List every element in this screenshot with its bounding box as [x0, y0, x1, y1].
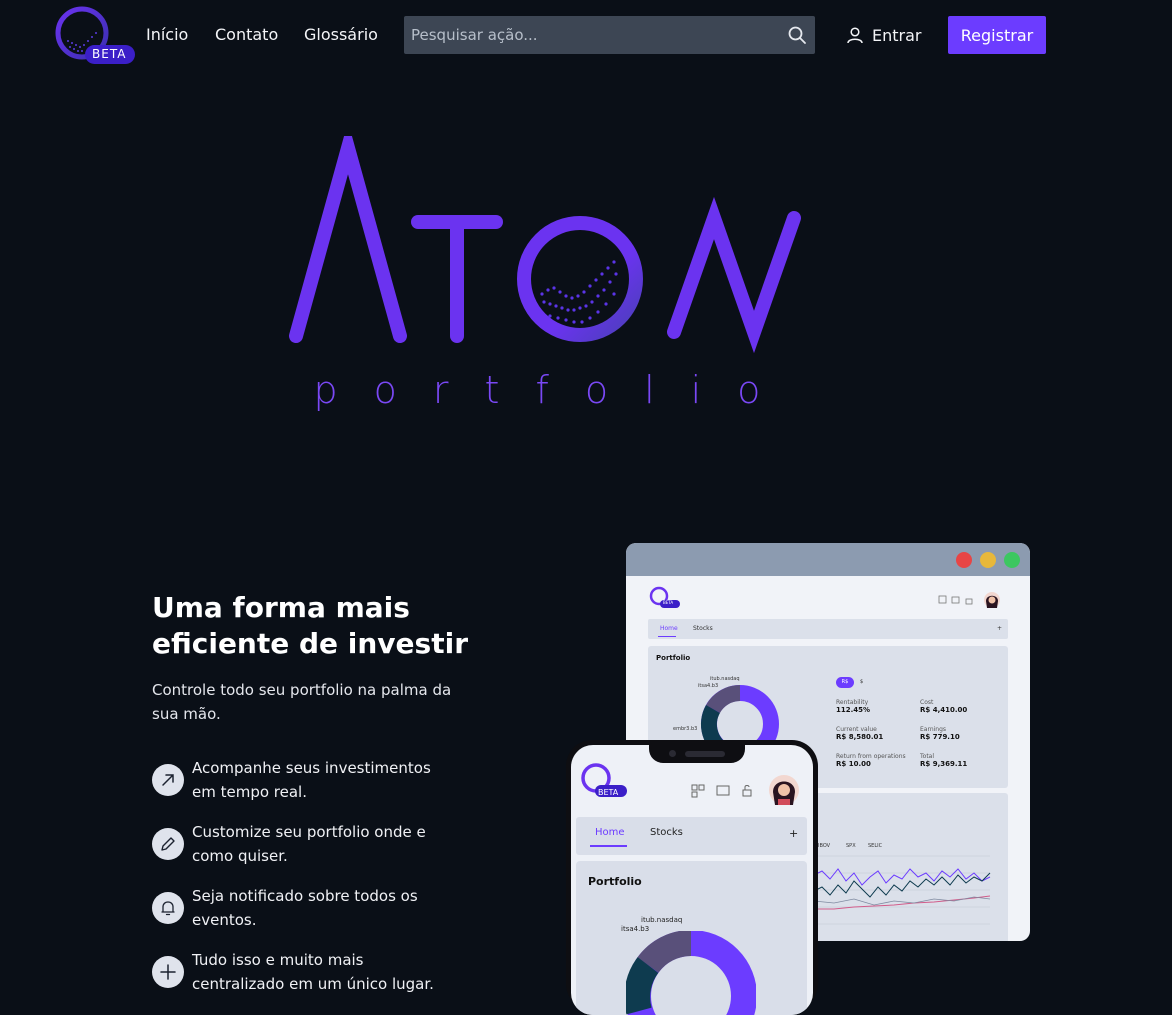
phone-tab-underline	[590, 845, 627, 847]
tab-home: Home	[660, 625, 678, 632]
tab-home-underline	[658, 636, 676, 637]
nav-link-glossario[interactable]: Glossário	[304, 25, 378, 44]
stat-cost: Cost R$ 4,410.00	[920, 699, 968, 714]
mockup-beta-badge: BETA	[663, 600, 674, 605]
stat-total: Total R$ 9,369.11	[920, 753, 968, 768]
phone-add-tab: +	[789, 827, 799, 840]
phone-mockup: BETA Home Stocks + Portfolio itub.nasdaq…	[566, 740, 818, 1015]
camera-dot	[669, 750, 676, 757]
window-minimize-dot	[980, 552, 996, 568]
donut-label: itub.nasdaq	[710, 676, 740, 682]
bell-icon	[152, 892, 184, 924]
phone-card-title: Portfolio	[588, 875, 642, 888]
phone-tab-stocks: Stocks	[650, 827, 683, 838]
phone-beta-badge: BETA	[598, 788, 619, 797]
app-logo[interactable]: BETA	[54, 5, 138, 67]
nav-link-inicio[interactable]: Início	[146, 25, 188, 44]
phone-notch	[649, 745, 745, 763]
currency-brl-toggle: R$	[836, 677, 854, 688]
card-title: Portfolio	[656, 654, 691, 662]
nav-link-contato[interactable]: Contato	[215, 25, 278, 44]
pencil-icon	[152, 828, 184, 860]
performance-chart	[814, 855, 991, 925]
donut-label: embr3.b3	[673, 726, 698, 732]
legend-spx: SPX	[846, 843, 856, 849]
add-tab-button: +	[997, 625, 1003, 632]
stat-rentability: Rentability 112.45%	[836, 699, 871, 714]
currency-usd-toggle: $	[860, 679, 864, 685]
search-input[interactable]	[404, 16, 764, 54]
atom-logo	[289, 136, 801, 354]
phone-screen: BETA Home Stocks + Portfolio itub.nasdaq…	[571, 745, 813, 1015]
feature-text: Seja notificado sobre todos os eventos.	[192, 887, 418, 929]
mockup-toolbar-icons	[938, 595, 973, 605]
stat-current-value: Current value R$ 8,580.01	[836, 726, 884, 741]
mockup-tabs: Home Stocks +	[648, 619, 1008, 639]
hero-portfolio-wordmark: portfolio	[313, 368, 797, 412]
mockup-logo	[649, 586, 680, 608]
phone-tab-home: Home	[595, 827, 625, 838]
phone-tabs: Home Stocks +	[576, 817, 807, 855]
phone-donut-label: itub.nasdaq	[641, 916, 683, 924]
phone-portfolio-card: Portfolio itub.nasdaq itsa4.b3	[576, 861, 807, 1015]
login-button[interactable]: Entrar	[846, 24, 921, 46]
donut-label: itsa4.b3	[698, 683, 719, 689]
user-icon	[847, 27, 863, 44]
window-close-dot	[956, 552, 972, 568]
arrow-up-right-icon	[152, 764, 184, 796]
subline: Controle todo seu portfolio na palma da …	[152, 681, 452, 723]
beta-badge: BETA	[92, 47, 127, 61]
legend-selic: SELIC	[868, 843, 883, 849]
speaker-slot	[685, 751, 725, 757]
feature-text: Tudo isso e muito mais centralizado em u…	[192, 951, 434, 993]
window-maximize-dot	[1004, 552, 1020, 568]
feature-text: Acompanhe seus investimentos em tempo re…	[192, 759, 431, 801]
legend-ibov: IBOV	[818, 843, 831, 849]
register-button[interactable]: Registrar	[948, 16, 1046, 54]
plus-icon	[152, 956, 184, 988]
feature-text: Customize seu portfolio onde e como quis…	[192, 823, 426, 865]
avatar	[984, 592, 1000, 608]
search-bar	[404, 16, 815, 54]
login-label: Entrar	[872, 25, 922, 45]
search-icon[interactable]	[787, 25, 807, 45]
phone-avatar	[769, 775, 799, 805]
phone-toolbar-icons	[691, 784, 752, 798]
headline: Uma forma mais eficiente de investir	[152, 591, 468, 660]
tab-stocks: Stocks	[693, 625, 713, 632]
window-titlebar	[626, 543, 1030, 576]
stat-earnings: Earnings R$ 779.10	[920, 726, 960, 741]
phone-portfolio-donut	[626, 931, 756, 1015]
stat-return-operations: Return from operations R$ 10.00	[836, 753, 906, 768]
